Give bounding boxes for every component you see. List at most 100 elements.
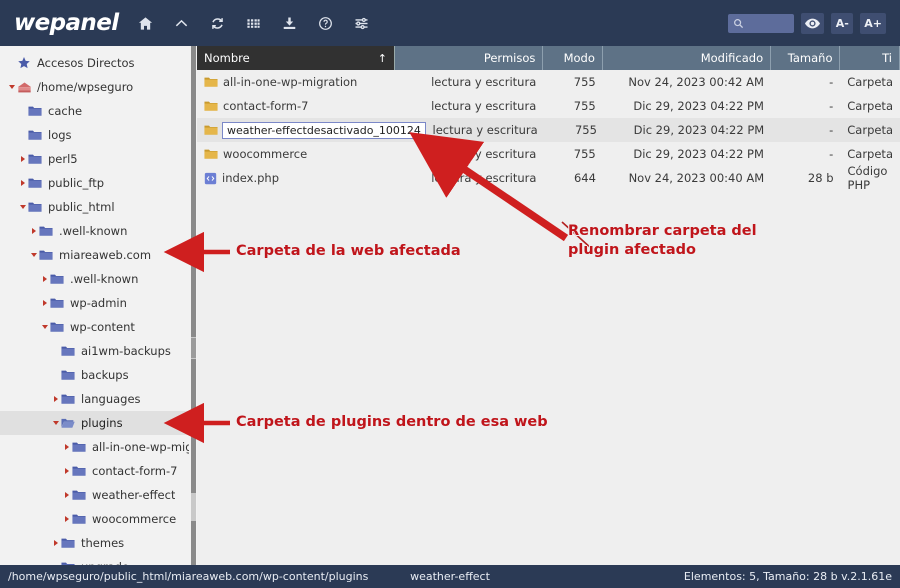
sidebar-item-languages[interactable]: languages (0, 387, 189, 411)
splitter-grip[interactable] (191, 337, 196, 359)
column-header-label: Permisos (483, 51, 536, 65)
top-toolbar: wepanel A- A+ (0, 0, 900, 46)
caret-right-icon[interactable] (61, 459, 72, 483)
caret-right-icon[interactable] (50, 531, 61, 555)
grid-icon[interactable] (239, 8, 269, 38)
caret-spacer (17, 123, 28, 147)
cell-name[interactable]: all-in-one-wp-migration (197, 70, 395, 94)
sidebar-item-label: .well-known (70, 272, 139, 286)
caret-right-icon[interactable] (17, 147, 28, 171)
cell-name[interactable]: woocommerce (197, 142, 395, 166)
table-row[interactable]: weather-effectdesactivado_100124 lectura … (197, 118, 900, 142)
caret-right-icon[interactable] (28, 219, 39, 243)
sidebar-item-label: miareaweb.com (59, 248, 152, 262)
font-increase-button[interactable]: A+ (860, 12, 886, 34)
splitter-bar[interactable] (191, 46, 196, 565)
cell-permissions: lectura y escritura (431, 171, 537, 185)
app-logo[interactable]: wepanel (14, 10, 119, 36)
refresh-icon[interactable] (203, 8, 233, 38)
caret-right-icon[interactable] (50, 387, 61, 411)
sidebar-item-plugins[interactable]: plugins (0, 411, 189, 435)
download-icon[interactable] (275, 8, 305, 38)
sidebar-item-public-ftp[interactable]: public_ftp (0, 171, 189, 195)
sidebar-item-logs[interactable]: logs (0, 123, 189, 147)
caret-right-icon[interactable] (61, 507, 72, 531)
sidebar-item-perl5[interactable]: perl5 (0, 147, 189, 171)
sidebar-item-home-wpseguro[interactable]: /home/wpseguro (0, 75, 189, 99)
caret-right-icon[interactable] (61, 483, 72, 507)
help-icon[interactable] (311, 8, 341, 38)
sidebar-item-cache[interactable]: cache (0, 99, 189, 123)
folder-icon (50, 274, 64, 284)
caret-right-icon[interactable] (39, 267, 50, 291)
folder-icon (28, 201, 45, 213)
settings-sliders-icon[interactable] (347, 8, 377, 38)
sidebar-item-well-known[interactable]: .well-known (0, 267, 189, 291)
cell-permissions: lectura y escritura (431, 99, 537, 113)
search-input[interactable] (728, 13, 795, 33)
caret-down-icon[interactable] (6, 75, 17, 99)
folder-open-icon (61, 417, 78, 429)
column-header-mod[interactable]: Modificado (603, 46, 772, 70)
column-header-size[interactable]: Tamaño (771, 46, 841, 70)
caret-right-icon[interactable] (17, 171, 28, 195)
sidebar-item-miareaweb-com[interactable]: miareaweb.com (0, 243, 189, 267)
font-decrease-button[interactable]: A- (831, 12, 854, 34)
table-row[interactable]: contact-form-7 lectura y escritura 755 Dic … (197, 94, 900, 118)
caret-down-icon[interactable] (39, 315, 50, 339)
sidebar-tree-panel[interactable]: Accesos Directos/home/wpseguro cache logs p… (0, 46, 189, 565)
column-header-name[interactable]: Nombre ↑ (197, 46, 395, 70)
column-header-perm[interactable]: Permisos (395, 46, 544, 70)
cell-name[interactable]: index.php (197, 166, 395, 190)
sidebar-item-wp-admin[interactable]: wp-admin (0, 291, 189, 315)
rename-input[interactable]: weather-effectdesactivado_100124 (222, 121, 426, 139)
cell-modified: Nov 24, 2023 00:42 AM (628, 75, 764, 89)
column-header-label: Nombre (204, 51, 250, 65)
sidebar-item-contact-form-7[interactable]: contact-form-7 (0, 459, 189, 483)
caret-down-icon[interactable] (28, 243, 39, 267)
sidebar-item-backups[interactable]: backups (0, 363, 189, 387)
chevron-up-icon[interactable] (167, 8, 197, 38)
table-row[interactable]: index.php lectura y escritura 644 Nov 24, 2… (197, 164, 900, 192)
caret-down-icon[interactable] (17, 195, 28, 219)
column-header-mode[interactable]: Modo (543, 46, 603, 70)
sidebar-item-label: woocommerce (92, 512, 177, 526)
sidebar-item-public-html[interactable]: public_html (0, 195, 189, 219)
caret-right-icon[interactable] (39, 291, 50, 315)
sidebar-item-label: cache (48, 104, 83, 118)
eye-icon[interactable] (801, 12, 825, 34)
cell-size: - (829, 75, 834, 89)
caret-down-icon[interactable] (50, 411, 61, 435)
cell-type: Carpeta (847, 147, 893, 161)
folder-icon (72, 489, 89, 501)
sidebar-item-label: /home/wpseguro (37, 80, 134, 94)
sidebar-item-label: wp-content (70, 320, 135, 334)
cell-name[interactable]: weather-effectdesactivado_100124 (197, 118, 426, 142)
sidebar-item-upgrade[interactable]: upgrade (0, 555, 189, 565)
folder-icon (61, 393, 78, 405)
php-file-icon (204, 172, 217, 185)
cell-name[interactable]: contact-form-7 (197, 94, 395, 118)
caret-right-icon[interactable] (61, 435, 72, 459)
sidebar-item-wp-content[interactable]: wp-content (0, 315, 189, 339)
sidebar-item-label: wp-admin (70, 296, 127, 310)
table-row[interactable]: all-in-one-wp-migration lectura y escritu… (197, 70, 900, 94)
folder-icon (28, 178, 42, 188)
sidebar-item-all-in-one-wp-migr[interactable]: all-in-one-wp-migr (0, 435, 189, 459)
column-header-type[interactable]: Ti (840, 46, 900, 70)
panel-splitter[interactable] (189, 46, 197, 565)
sidebar-item-accesos-directos[interactable]: Accesos Directos (0, 51, 189, 75)
sidebar-item-ai1wm-backups[interactable]: ai1wm-backups (0, 339, 189, 363)
status-info: Elementos: 5, Tamaño: 28 b v.2.1.61e (683, 570, 892, 583)
sidebar-item-themes[interactable]: themes (0, 531, 189, 555)
sidebar-scrollbar-thumb[interactable] (191, 493, 196, 521)
cell-size: - (829, 147, 834, 161)
home-icon[interactable] (131, 8, 161, 38)
sidebar-item-weather-effect[interactable]: weather-effect (0, 483, 189, 507)
file-name-label: contact-form-7 (223, 99, 309, 113)
table-row[interactable]: woocommerce lectura y escritura 755 Dic 29,… (197, 142, 900, 166)
sidebar-item-woocommerce[interactable]: woocommerce (0, 507, 189, 531)
sidebar-item-well-known[interactable]: .well-known (0, 219, 189, 243)
cell-type: Carpeta (847, 123, 894, 137)
folder-icon (28, 106, 42, 116)
